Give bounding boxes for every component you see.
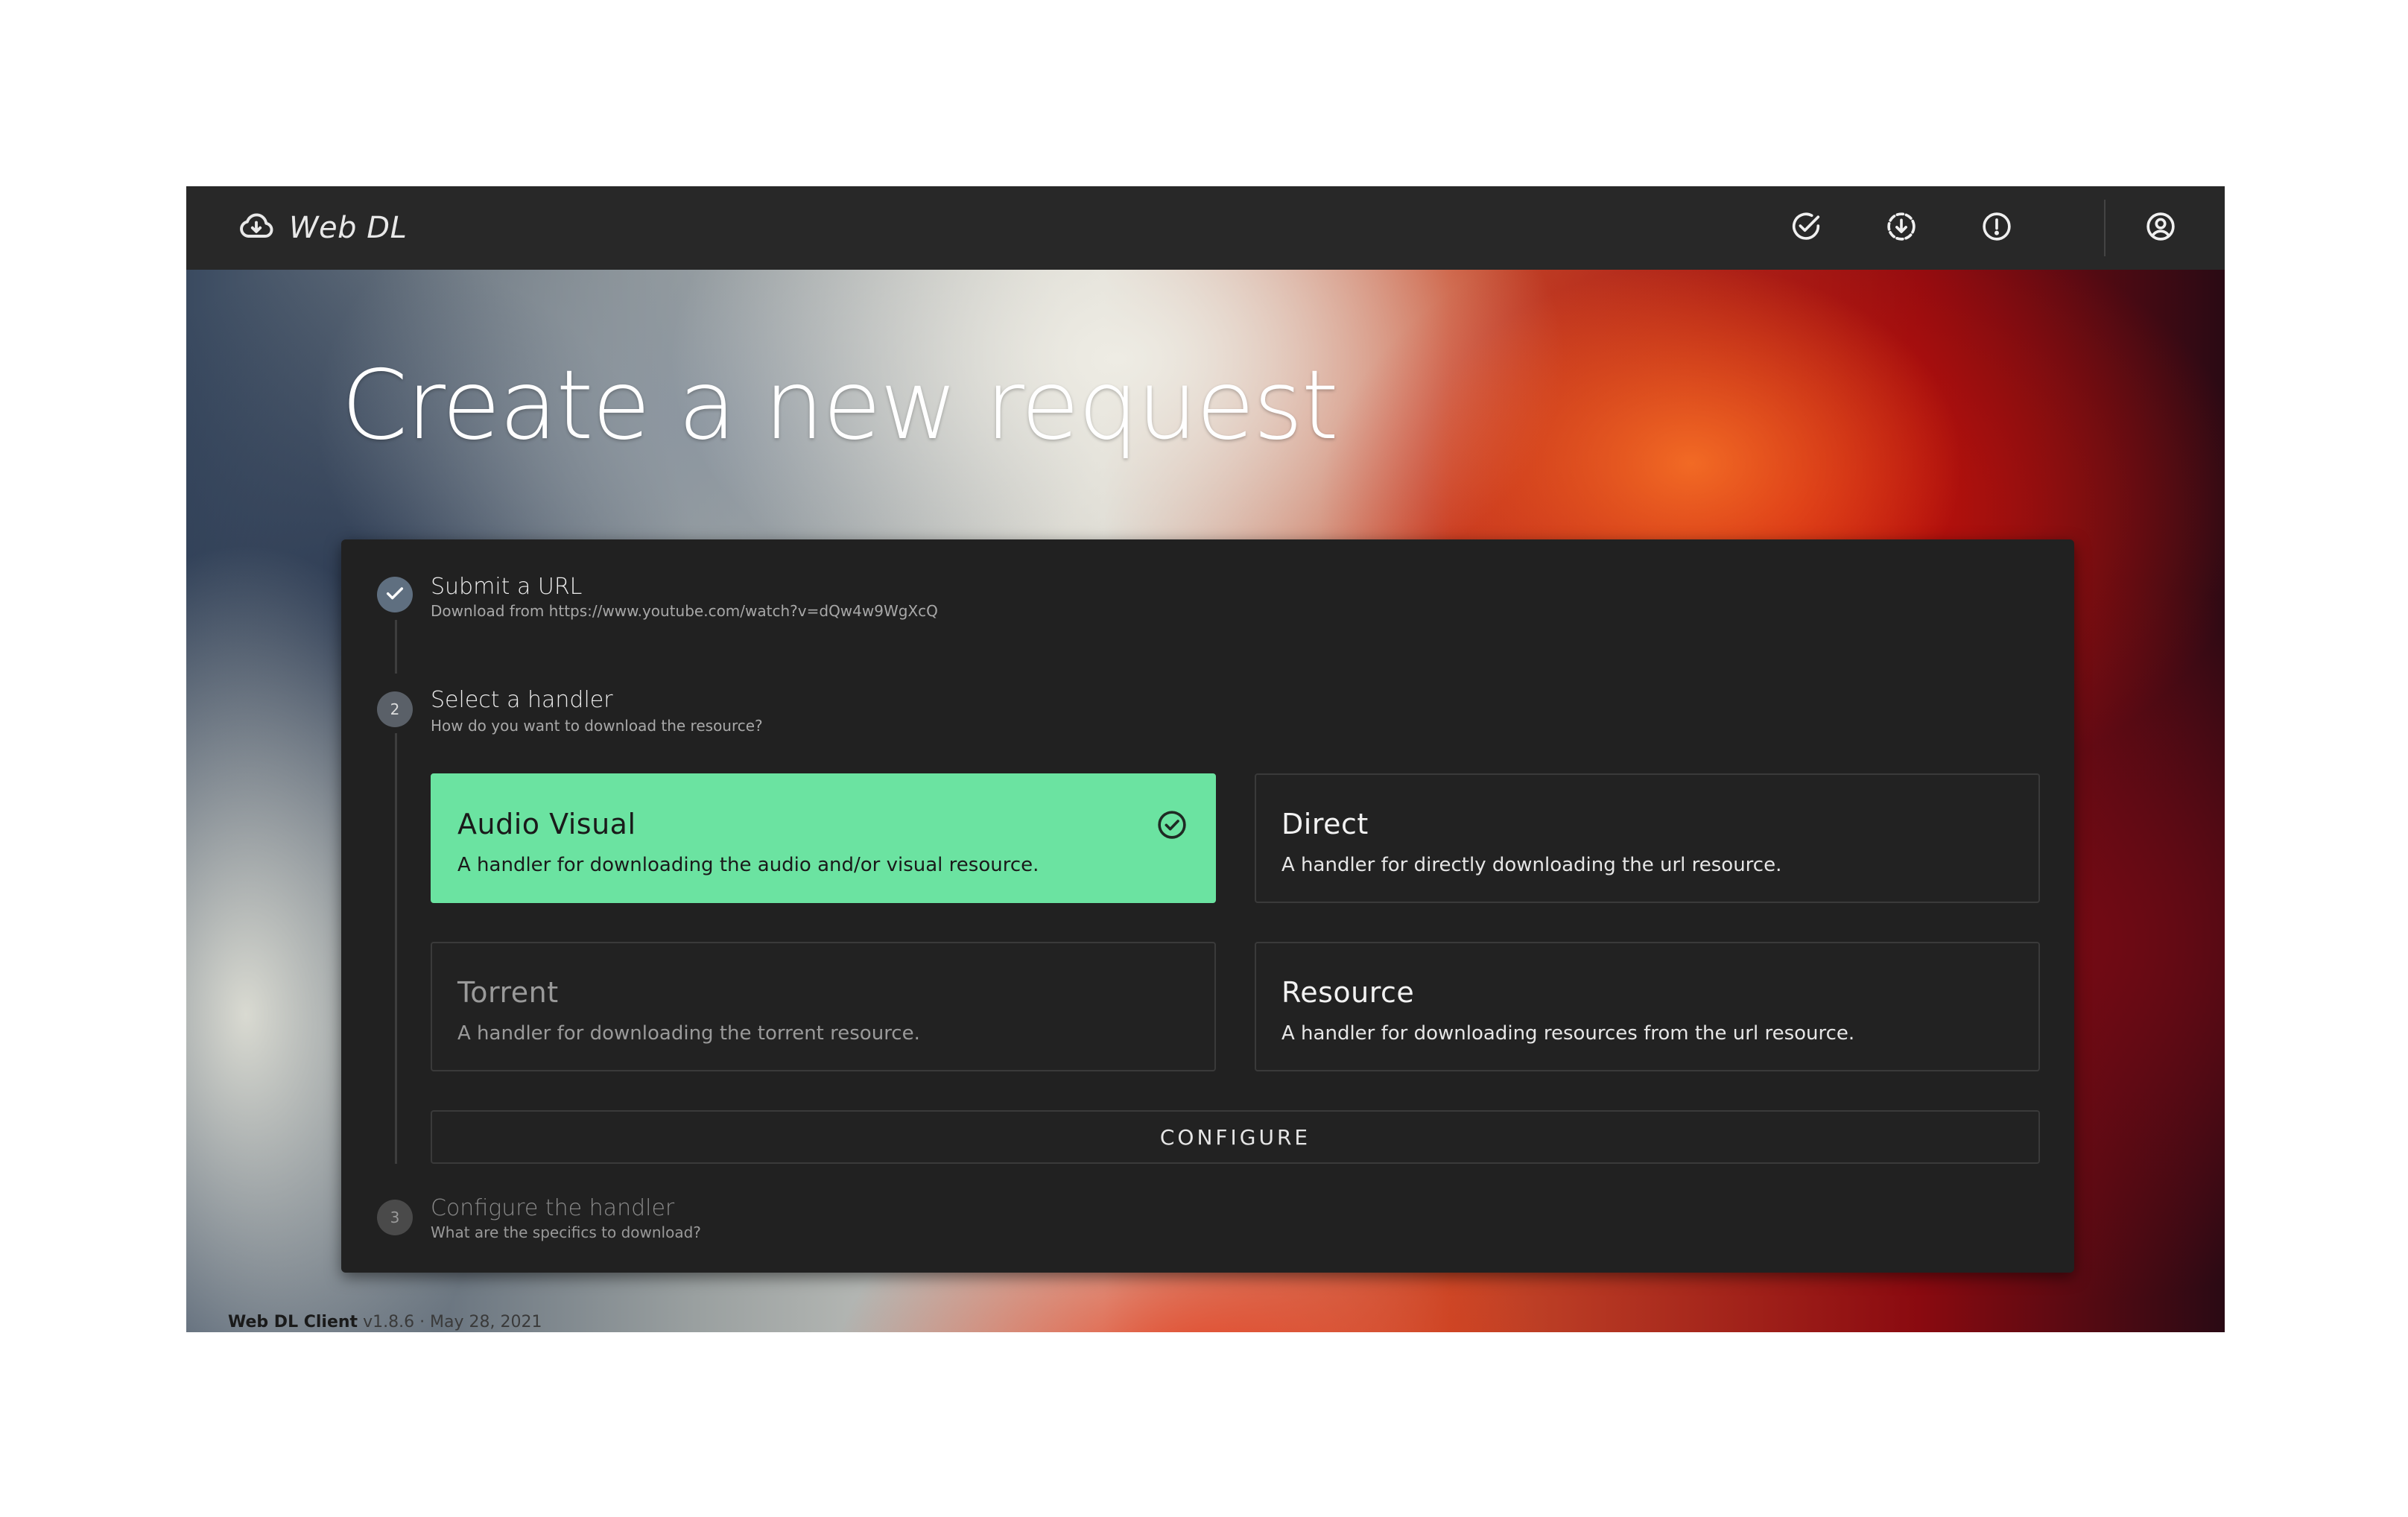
brand[interactable]: Web DL bbox=[237, 186, 407, 270]
configure-button[interactable]: CONFIGURE bbox=[431, 1110, 2040, 1164]
handler-name: Direct bbox=[1281, 808, 1369, 840]
step-1-subtitle: Download from https://www.youtube.com/wa… bbox=[431, 602, 938, 620]
step-3-title: Configure the handler bbox=[431, 1195, 675, 1221]
step-2-number-badge: 2 bbox=[377, 691, 413, 727]
completed-requests-button[interactable] bbox=[1785, 207, 1827, 249]
handler-name: Resource bbox=[1281, 976, 1415, 1009]
alert-circle-icon bbox=[1980, 209, 2014, 247]
check-circle-icon bbox=[1158, 811, 1186, 839]
top-bar: Web DL bbox=[186, 186, 2225, 270]
app-window: Web DL Create a new request Submit a URL… bbox=[186, 186, 2225, 1332]
cloud-download-icon bbox=[237, 207, 276, 250]
request-stepper: Submit a URL Download from https://www.y… bbox=[341, 539, 2074, 1273]
account-circle-icon bbox=[2144, 209, 2178, 247]
step-connector bbox=[395, 733, 397, 1164]
handler-description: A handler for downloading the torrent re… bbox=[457, 1022, 920, 1045]
handler-name: Audio Visual bbox=[457, 808, 636, 840]
handler-option-torrent[interactable]: Torrent A handler for downloading the to… bbox=[431, 942, 1216, 1071]
step-3-subtitle: What are the specifics to download? bbox=[431, 1223, 701, 1241]
checkmark-icon bbox=[383, 581, 407, 609]
account-button[interactable] bbox=[2140, 207, 2182, 249]
handler-option-resource[interactable]: Resource A handler for downloading resou… bbox=[1255, 942, 2040, 1071]
client-name: Web DL Client bbox=[228, 1313, 358, 1331]
toolbar-divider bbox=[2104, 200, 2106, 256]
page-title: Create a new request bbox=[341, 350, 1339, 461]
download-progress-icon bbox=[1884, 209, 1919, 247]
step-2-subtitle: How do you want to download the resource… bbox=[431, 717, 763, 735]
step-3-number-badge: 3 bbox=[377, 1200, 413, 1235]
handler-description: A handler for directly downloading the u… bbox=[1281, 854, 1782, 876]
handler-description: A handler for downloading resources from… bbox=[1281, 1022, 1855, 1045]
errors-button[interactable] bbox=[1976, 207, 2018, 249]
check-circle-icon bbox=[1789, 209, 1823, 247]
handler-description: A handler for downloading the audio and/… bbox=[457, 854, 1039, 876]
version-footer: Web DL Client v1.8.6 · May 28, 2021 bbox=[228, 1313, 542, 1331]
step-1-title[interactable]: Submit a URL bbox=[431, 574, 582, 600]
step-1-complete-badge bbox=[377, 577, 413, 612]
app-title: Web DL bbox=[289, 211, 408, 245]
handler-option-audio-visual[interactable]: Audio Visual A handler for downloading t… bbox=[431, 773, 1216, 903]
active-downloads-button[interactable] bbox=[1881, 207, 1922, 249]
step-2-title: Select a handler bbox=[431, 687, 613, 713]
handler-option-direct[interactable]: Direct A handler for directly downloadin… bbox=[1255, 773, 2040, 903]
step-connector bbox=[395, 620, 397, 674]
client-version: v1.8.6 · May 28, 2021 bbox=[363, 1313, 542, 1331]
handler-name: Torrent bbox=[457, 976, 559, 1009]
